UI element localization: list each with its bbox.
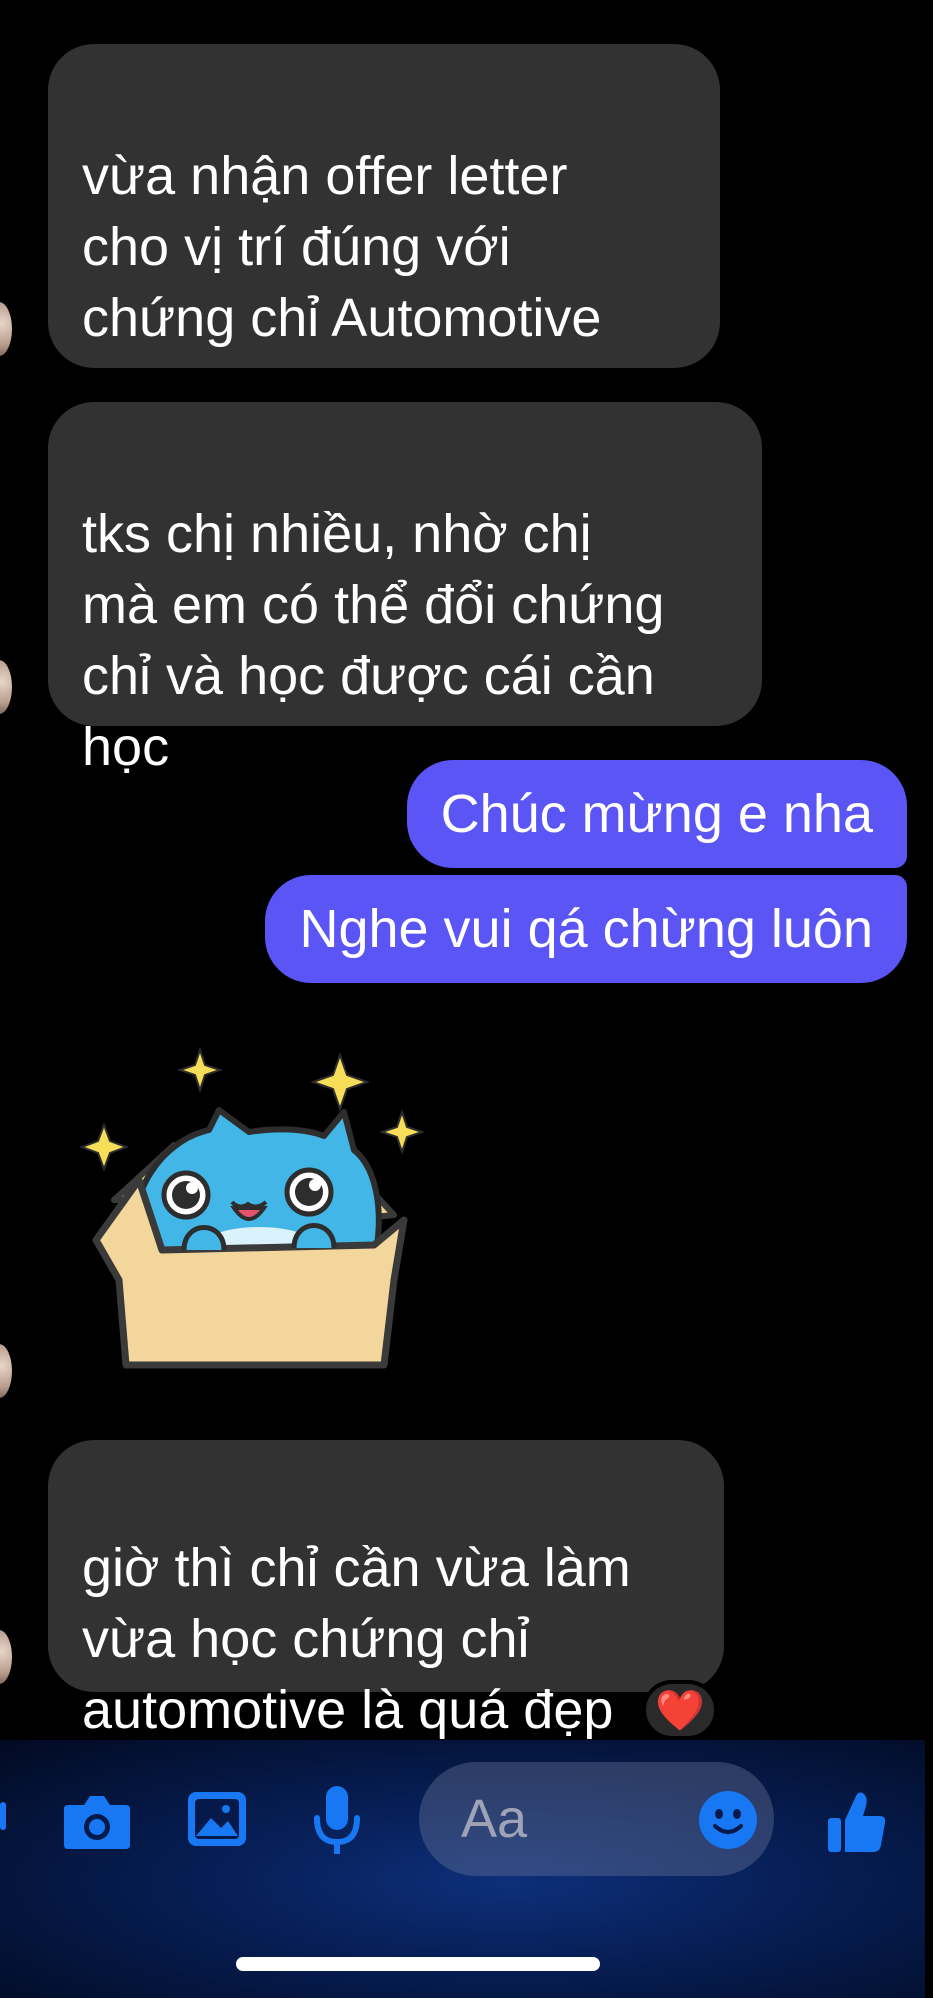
message-text: giờ thì chỉ cần vừa làm vừa học chứng ch… <box>82 1538 631 1740</box>
message-text: Nghe vui qá chừng luôn <box>299 899 873 959</box>
message-text: Chúc mừng e nha <box>440 784 873 844</box>
thumbs-up-icon[interactable] <box>826 1790 888 1854</box>
heart-icon: ❤️ <box>655 1688 705 1733</box>
contact-avatar[interactable] <box>0 1344 12 1398</box>
screen-edge <box>925 0 933 1998</box>
outgoing-message[interactable]: Nghe vui qá chừng luôn <box>265 875 907 983</box>
message-input[interactable] <box>459 1784 663 1854</box>
camera-icon[interactable] <box>62 1793 132 1851</box>
incoming-message[interactable]: tks chị nhiều, nhờ chị mà em có thể đổi … <box>48 402 762 777</box>
contact-avatar[interactable] <box>0 302 12 356</box>
cat-in-box-sticker[interactable] <box>44 1040 454 1380</box>
outgoing-message[interactable]: Chúc mừng e nha <box>406 760 907 868</box>
incoming-message[interactable]: giờ thì chỉ cần vừa làm vừa học chứng ch… <box>48 1440 724 1740</box>
message-text: vừa nhận offer letter cho vị trí đúng vớ… <box>82 146 602 348</box>
microphone-icon[interactable] <box>312 1784 362 1858</box>
emoji-icon[interactable] <box>698 1790 758 1850</box>
heart-reaction[interactable]: ❤️ <box>642 1680 718 1740</box>
message-input-field[interactable] <box>419 1762 774 1876</box>
home-indicator[interactable] <box>236 1957 600 1971</box>
message-text: tks chị nhiều, nhờ chị mà em có thể đổi … <box>82 504 665 777</box>
more-actions-icon[interactable] <box>0 1802 6 1830</box>
contact-avatar[interactable] <box>0 660 12 714</box>
contact-avatar[interactable] <box>0 1630 12 1684</box>
incoming-message[interactable]: vừa nhận offer letter cho vị trí đúng vớ… <box>48 44 720 490</box>
photo-icon[interactable] <box>186 1790 248 1848</box>
